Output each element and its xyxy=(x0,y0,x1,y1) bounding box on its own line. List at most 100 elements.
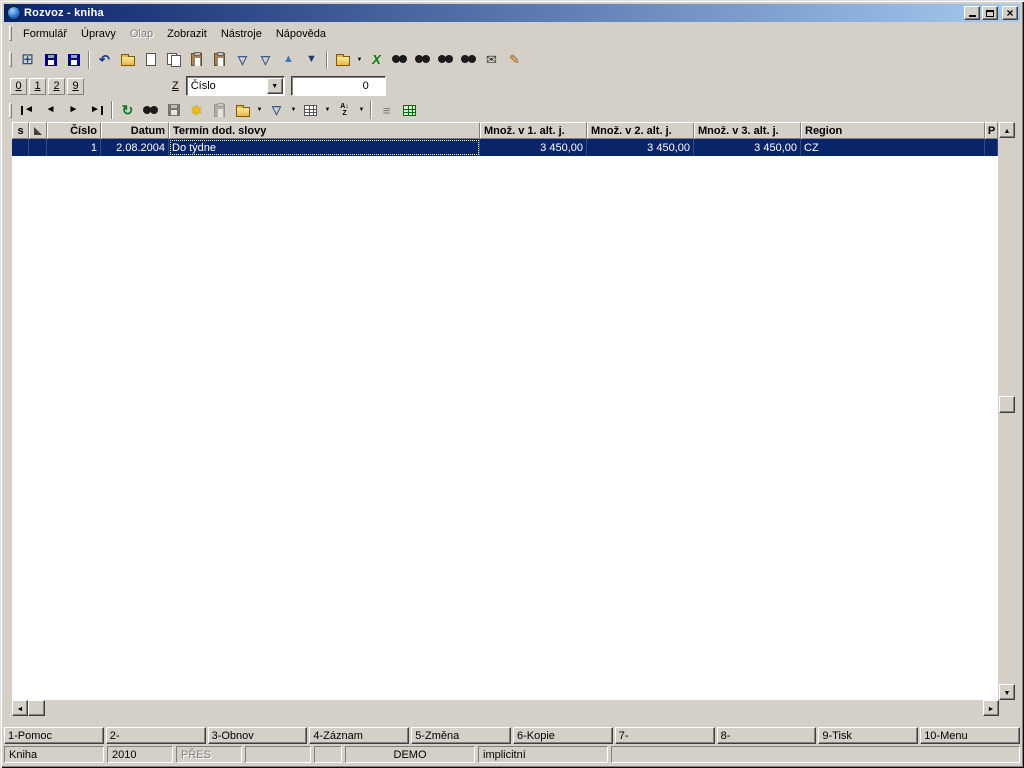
open-button[interactable] xyxy=(116,49,139,71)
column-header-s[interactable]: s xyxy=(12,122,29,139)
cell-p xyxy=(985,139,998,156)
attachments-dropdown-button[interactable] xyxy=(354,49,365,71)
fkey-9-tisk[interactable]: 9-Tisk xyxy=(818,727,918,744)
attachments-icon xyxy=(236,107,250,117)
binoculars-icon xyxy=(143,106,158,115)
sort-az-button[interactable] xyxy=(333,99,356,121)
first-record-button[interactable] xyxy=(16,99,39,121)
find-all-button[interactable] xyxy=(457,49,480,71)
excel-icon xyxy=(368,52,385,68)
send-mail-button[interactable] xyxy=(480,49,503,71)
filter-dropdown-button[interactable] xyxy=(288,99,299,121)
search-field-label[interactable]: Z xyxy=(172,80,179,92)
main-toolbar-grip[interactable] xyxy=(9,52,12,67)
move-down-button[interactable] xyxy=(300,49,323,71)
find-button[interactable] xyxy=(388,49,411,71)
column-header-mnoz3[interactable]: Množ. v 3. alt. j. xyxy=(694,122,801,139)
save-as-icon xyxy=(68,54,80,66)
find-record-button[interactable] xyxy=(139,99,162,121)
column-header-mnoz1[interactable]: Množ. v 1. alt. j. xyxy=(480,122,587,139)
save-as-button[interactable] xyxy=(62,49,85,71)
fkey-1-pomoc[interactable]: 1-Pomoc xyxy=(4,727,104,744)
fkey-6-kopie[interactable]: 6-Kopie xyxy=(513,727,613,744)
scroll-left-button[interactable] xyxy=(12,700,28,716)
export-excel-button[interactable] xyxy=(365,49,388,71)
maximize-button[interactable] xyxy=(982,6,998,20)
filter-icon xyxy=(234,52,251,68)
next-record-button[interactable] xyxy=(62,99,85,121)
fkey-7[interactable]: 7- xyxy=(615,727,715,744)
chevron-down-icon[interactable] xyxy=(267,78,283,94)
fkey-5-zmena[interactable]: 5-Změna xyxy=(411,727,511,744)
horizontal-scrollbar xyxy=(12,700,999,717)
column-header-termin[interactable]: Termín dod. slovy xyxy=(169,122,480,139)
filter-define-button[interactable] xyxy=(254,49,277,71)
menu-zobrazit[interactable]: Zobrazit xyxy=(160,26,214,42)
menu-upravy[interactable]: Úpravy xyxy=(74,26,123,42)
paste-special-button[interactable] xyxy=(208,49,231,71)
fkey-4-zaznam[interactable]: 4-Záznam xyxy=(309,727,409,744)
scroll-down-button[interactable] xyxy=(999,684,1015,700)
fkey-10-menu[interactable]: 10-Menu xyxy=(920,727,1020,744)
close-button[interactable] xyxy=(1002,6,1018,20)
horizontal-scrollbar-thumb[interactable] xyxy=(28,700,45,716)
menu-grip[interactable] xyxy=(9,26,12,41)
refresh-button[interactable] xyxy=(116,99,139,121)
nav-toolbar-grip[interactable] xyxy=(9,103,12,118)
column-header-cislo[interactable]: Číslo xyxy=(47,122,101,139)
menu-formular[interactable]: Formulář xyxy=(16,26,74,42)
view-dropdown-button[interactable] xyxy=(322,99,333,121)
column-header-datum[interactable]: Datum xyxy=(101,122,169,139)
first-record-icon xyxy=(19,102,36,118)
find-previous-button[interactable] xyxy=(434,49,457,71)
paste-button[interactable] xyxy=(185,49,208,71)
menu-napoveda[interactable]: Nápověda xyxy=(269,26,333,42)
search-value-input[interactable] xyxy=(291,76,386,96)
record-tab-2[interactable]: 2 xyxy=(48,78,65,95)
attachments-nav-button[interactable] xyxy=(231,99,254,121)
details-list-icon xyxy=(378,102,395,118)
filter-button[interactable] xyxy=(231,49,254,71)
previous-record-button[interactable] xyxy=(39,99,62,121)
table-row[interactable]: 1 2.08.2004 Do týdne 3 450,00 3 450,00 3… xyxy=(12,139,998,156)
find-next-button[interactable] xyxy=(411,49,434,71)
toolbar-separator xyxy=(88,51,90,69)
fkey-3-obnov[interactable]: 3-Obnov xyxy=(208,727,308,744)
status-empty-3 xyxy=(611,746,1020,763)
record-tab-0[interactable]: 0 xyxy=(10,78,27,95)
attachments-split-button-nav xyxy=(231,99,265,121)
new-record-button[interactable] xyxy=(185,99,208,121)
new-document-button[interactable] xyxy=(139,49,162,71)
column-header-region[interactable]: Region xyxy=(801,122,985,139)
view-menu-button[interactable] xyxy=(299,99,322,121)
save-button[interactable] xyxy=(39,49,62,71)
record-tab-1[interactable]: 1 xyxy=(29,78,46,95)
menu-nastroje[interactable]: Nástroje xyxy=(214,26,269,42)
last-record-button[interactable] xyxy=(85,99,108,121)
edit-note-button[interactable] xyxy=(503,49,526,71)
search-field-selector[interactable]: Číslo xyxy=(186,76,285,96)
copy-button[interactable] xyxy=(162,49,185,71)
column-header-mnoz2[interactable]: Množ. v 2. alt. j. xyxy=(587,122,694,139)
minimize-button[interactable] xyxy=(964,6,980,20)
attachments-nav-dropdown-button[interactable] xyxy=(254,99,265,121)
app-icon[interactable] xyxy=(7,6,21,20)
attachments-button[interactable] xyxy=(331,49,354,71)
sort-dropdown-button[interactable] xyxy=(356,99,367,121)
title-bar[interactable]: Rozvoz - kniha xyxy=(4,4,1020,22)
form-editor-button[interactable] xyxy=(16,49,39,71)
move-up-button[interactable] xyxy=(277,49,300,71)
scroll-up-button[interactable] xyxy=(999,122,1015,138)
sort-indicator-icon xyxy=(34,127,42,135)
fkey-2[interactable]: 2- xyxy=(106,727,206,744)
undo-button[interactable] xyxy=(93,49,116,71)
column-header-sort[interactable] xyxy=(29,122,47,139)
column-header-p[interactable]: P xyxy=(985,122,998,139)
vertical-scrollbar-thumb[interactable] xyxy=(999,396,1015,413)
scroll-right-button[interactable] xyxy=(983,700,999,716)
record-tab-9[interactable]: 9 xyxy=(67,78,84,95)
export-grid-button[interactable] xyxy=(398,99,421,121)
filter-menu-button[interactable] xyxy=(265,99,288,121)
last-record-icon xyxy=(88,102,105,118)
fkey-8[interactable]: 8- xyxy=(717,727,817,744)
